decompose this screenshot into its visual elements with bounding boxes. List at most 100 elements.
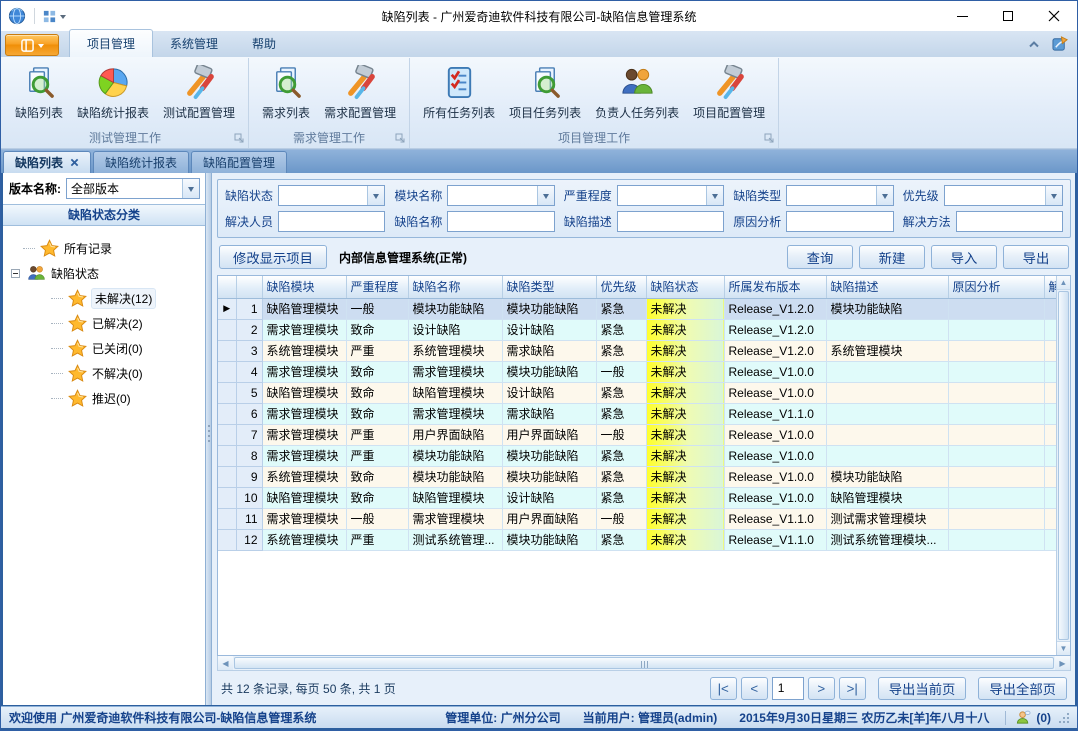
application-menu-button[interactable] (5, 34, 59, 56)
version-combobox-button[interactable] (182, 179, 199, 198)
scroll-down-icon[interactable]: ▼ (1057, 641, 1070, 655)
quick-access-icon[interactable] (42, 6, 66, 26)
column-header-缺陷状态[interactable]: 缺陷状态 (646, 276, 724, 298)
cell-type: 模块功能缺陷 (502, 445, 596, 466)
modify-display-items-button[interactable]: 修改显示项目 (219, 245, 327, 269)
document-tab-0[interactable]: 缺陷列表 (3, 151, 91, 173)
action-button-导入[interactable]: 导入 (931, 245, 997, 269)
ribbon-button-项目配置管理[interactable]: 项目配置管理 (686, 62, 772, 123)
filter-input-原因分析[interactable] (786, 211, 893, 232)
dialog-launcher-icon[interactable] (395, 133, 406, 144)
last-page-button[interactable]: >| (839, 677, 866, 700)
cell-priority: 紧急 (596, 382, 646, 403)
filter-combobox-严重程度[interactable] (617, 185, 724, 206)
action-button-导出[interactable]: 导出 (1003, 245, 1069, 269)
table-row-2[interactable]: 2需求管理模块致命设计缺陷设计缺陷紧急未解决Release_V1.2.0 (218, 319, 1056, 340)
tree-expander-icon[interactable] (11, 269, 20, 278)
column-header-解决方法[interactable]: 解决方法 (1044, 276, 1056, 298)
table-row-6[interactable]: 6需求管理模块致命需求管理模块需求缺陷紧急未解决Release_V1.1.0 (218, 403, 1056, 424)
export-current-page-button[interactable]: 导出当前页 (878, 677, 967, 700)
ribbon-button-缺陷列表[interactable]: 缺陷列表 (8, 62, 70, 123)
ribbon-tab-1[interactable]: 系统管理 (153, 30, 235, 57)
filter-combobox-button[interactable] (876, 186, 893, 205)
table-row-4[interactable]: 4需求管理模块致命需求管理模块模块功能缺陷一般未解决Release_V1.0.0 (218, 361, 1056, 382)
vertical-scrollbar[interactable]: ▲ ▼ (1056, 276, 1070, 655)
tree-item-不解决(0)[interactable]: 不解决(0) (3, 361, 151, 386)
table-row-7[interactable]: 7需求管理模块严重用户界面缺陷用户界面缺陷一般未解决Release_V1.0.0 (218, 424, 1056, 445)
filter-input-缺陷描述[interactable] (617, 211, 724, 232)
ribbon-tab-0[interactable]: 项目管理 (69, 29, 153, 57)
tree-item-已解决(2)[interactable]: 已解决(2) (3, 311, 151, 336)
table-row-5[interactable]: 5缺陷管理模块致命缺陷管理模块设计缺陷紧急未解决Release_V1.0.0 (218, 382, 1056, 403)
ribbon-button-测试配置管理[interactable]: 测试配置管理 (156, 62, 242, 123)
tree-item-所有记录[interactable]: 所有记录 (3, 236, 120, 261)
column-header-原因分析[interactable]: 原因分析 (948, 276, 1044, 298)
ribbon-button-负责人任务列表[interactable]: 负责人任务列表 (588, 62, 686, 123)
table-row-10[interactable]: 10缺陷管理模块致命缺陷管理模块设计缺陷紧急未解决Release_V1.0.0缺… (218, 487, 1056, 508)
column-header-优先级[interactable]: 优先级 (596, 276, 646, 298)
ribbon-tab-strip: 项目管理系统管理帮助 (1, 31, 1077, 57)
next-page-button[interactable]: > (808, 677, 835, 700)
filter-combobox-button[interactable] (1045, 186, 1062, 205)
filter-input-解决人员[interactable] (278, 211, 385, 232)
tree-item-已关闭(0)[interactable]: 已关闭(0) (3, 336, 151, 361)
column-header-缺陷描述[interactable]: 缺陷描述 (826, 276, 948, 298)
dialog-launcher-icon[interactable] (764, 133, 775, 144)
minimize-button[interactable] (939, 1, 985, 31)
document-tab-1[interactable]: 缺陷统计报表 (93, 151, 189, 173)
horizontal-scrollbar-thumb[interactable] (234, 657, 1054, 669)
ribbon-tab-2[interactable]: 帮助 (235, 30, 293, 57)
resize-grip-icon[interactable] (1059, 713, 1069, 723)
document-tab-2[interactable]: 缺陷配置管理 (191, 151, 287, 173)
scroll-left-icon[interactable]: ◀ (218, 656, 233, 670)
filter-input-解决方法[interactable] (956, 211, 1063, 232)
column-header-缺陷模块[interactable]: 缺陷模块 (262, 276, 346, 298)
table-row-11[interactable]: 11需求管理模块一般需求管理模块用户界面缺陷一般未解决Release_V1.1.… (218, 508, 1056, 529)
horizontal-scrollbar[interactable]: ◀ ▶ (217, 656, 1071, 671)
ribbon-button-所有任务列表[interactable]: 所有任务列表 (416, 62, 502, 123)
table-row-9[interactable]: 9系统管理模块致命模块功能缺陷模块功能缺陷紧急未解决Release_V1.0.0… (218, 466, 1056, 487)
table-row-1[interactable]: ▶1缺陷管理模块一般模块功能缺陷模块功能缺陷紧急未解决Release_V1.2.… (218, 298, 1056, 319)
cell-name: 设计缺陷 (408, 319, 502, 340)
filter-input-缺陷名称[interactable] (447, 211, 554, 232)
column-header-缺陷名称[interactable]: 缺陷名称 (408, 276, 502, 298)
column-header-所属发布版本[interactable]: 所属发布版本 (724, 276, 826, 298)
vertical-scrollbar-thumb[interactable] (1058, 291, 1069, 640)
filter-combobox-缺陷状态[interactable] (278, 185, 385, 206)
first-page-button[interactable]: |< (710, 677, 737, 700)
ribbon-button-需求配置管理[interactable]: 需求配置管理 (317, 62, 403, 123)
filter-combobox-button[interactable] (367, 186, 384, 205)
dialog-launcher-icon[interactable] (234, 133, 245, 144)
column-header-缺陷类型[interactable]: 缺陷类型 (502, 276, 596, 298)
ribbon-button-缺陷统计报表[interactable]: 缺陷统计报表 (70, 62, 156, 123)
filter-combobox-button[interactable] (537, 186, 554, 205)
filter-combobox-缺陷类型[interactable] (786, 185, 893, 206)
scroll-right-icon[interactable]: ▶ (1055, 656, 1070, 670)
export-all-pages-button[interactable]: 导出全部页 (978, 677, 1067, 700)
column-header-严重程度[interactable]: 严重程度 (346, 276, 408, 298)
tree-item-缺陷状态[interactable]: 缺陷状态 (3, 261, 107, 286)
scroll-up-icon[interactable]: ▲ (1057, 276, 1070, 290)
tree-item-未解决(12)[interactable]: 未解决(12) (3, 286, 163, 311)
table-row-12[interactable]: 12系统管理模块严重测试系统管理...模块功能缺陷紧急未解决Release_V1… (218, 529, 1056, 550)
table-row-8[interactable]: 8需求管理模块严重模块功能缺陷模块功能缺陷紧急未解决Release_V1.0.0 (218, 445, 1056, 466)
ribbon-button-项目任务列表[interactable]: 项目任务列表 (502, 62, 588, 123)
collapse-ribbon-icon[interactable] (1028, 40, 1040, 48)
close-button[interactable] (1031, 1, 1077, 31)
prev-page-button[interactable]: < (741, 677, 768, 700)
version-combobox[interactable]: 全部版本 (66, 178, 200, 199)
maximize-button[interactable] (985, 1, 1031, 31)
row-indicator-cell (218, 403, 236, 424)
table-row-3[interactable]: 3系统管理模块严重系统管理模块需求缺陷紧急未解决Release_V1.2.0系统… (218, 340, 1056, 361)
ribbon-button-需求列表[interactable]: 需求列表 (255, 62, 317, 123)
action-button-查询[interactable]: 查询 (787, 245, 853, 269)
page-number-input[interactable] (772, 677, 804, 700)
action-button-新建[interactable]: 新建 (859, 245, 925, 269)
tree-item-推迟(0)[interactable]: 推迟(0) (3, 386, 139, 411)
sidebar-splitter[interactable] (205, 173, 212, 705)
filter-combobox-优先级[interactable] (944, 185, 1063, 206)
filter-combobox-button[interactable] (706, 186, 723, 205)
help-icon[interactable] (1052, 35, 1069, 52)
close-tab-icon[interactable] (70, 158, 79, 167)
filter-combobox-模块名称[interactable] (447, 185, 554, 206)
